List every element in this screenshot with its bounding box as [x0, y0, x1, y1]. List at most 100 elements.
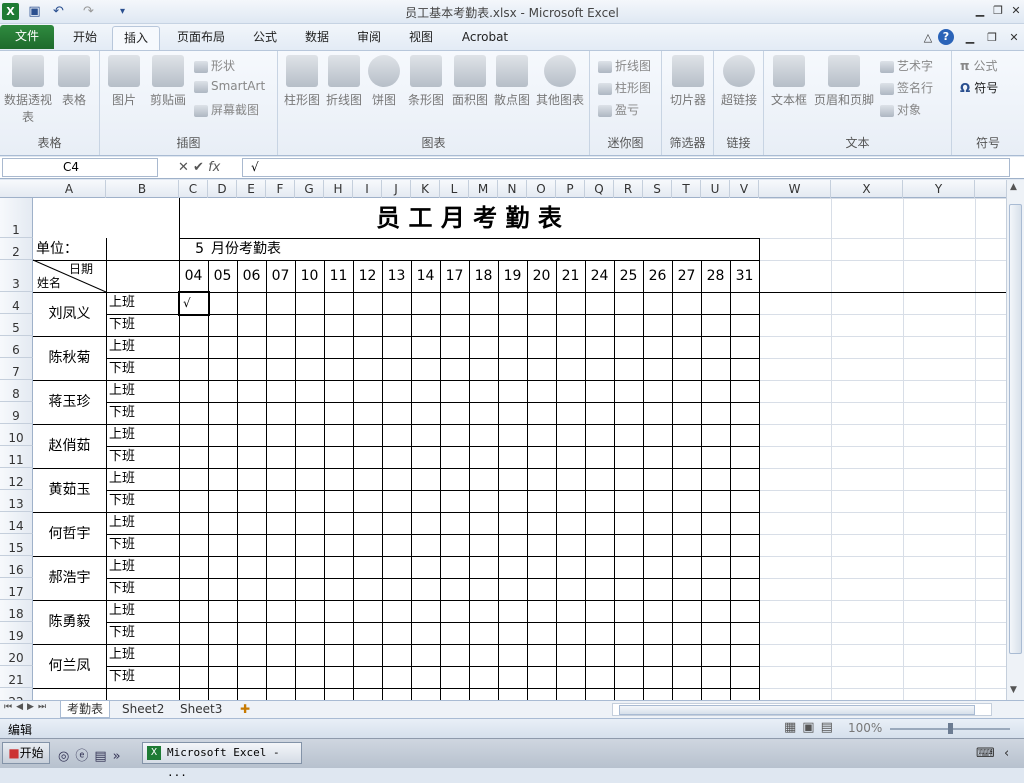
- help-icon[interactable]: ?: [938, 29, 954, 45]
- shift-on-label[interactable]: 上班: [109, 380, 178, 402]
- employee-name[interactable]: 陈秋菊: [33, 336, 106, 380]
- other-charts-button[interactable]: 其他图表: [534, 55, 586, 108]
- cancel-icon[interactable]: ✕: [178, 160, 189, 175]
- employee-name[interactable]: 郝浩宇: [33, 556, 106, 600]
- tab-view[interactable]: 视图: [400, 26, 442, 50]
- start-button[interactable]: ■开始: [2, 742, 50, 764]
- day-header[interactable]: 27: [672, 260, 701, 292]
- unit-label[interactable]: 单位：: [36, 238, 106, 260]
- minimize-icon[interactable]: ▁: [972, 3, 988, 19]
- day-header[interactable]: 13: [382, 260, 411, 292]
- day-header[interactable]: 26: [643, 260, 672, 292]
- workbook-restore-icon[interactable]: ❐: [984, 30, 1000, 46]
- shift-on-label[interactable]: 上班: [109, 600, 178, 622]
- shift-off-label[interactable]: 下班: [109, 446, 178, 468]
- employee-name[interactable]: 赵俏茹: [33, 424, 106, 468]
- restore-icon[interactable]: ❐: [990, 3, 1006, 19]
- employee-name[interactable]: 陈勇毅: [33, 600, 106, 644]
- insert-sheet-icon[interactable]: ✚: [234, 701, 256, 718]
- tab-insert[interactable]: 插入: [112, 26, 160, 50]
- tab-home[interactable]: 开始: [62, 26, 108, 50]
- employee-name[interactable]: 何兰凤: [33, 644, 106, 688]
- day-header[interactable]: 04: [179, 260, 208, 292]
- keyboard-tray-icon[interactable]: ⌨: [976, 746, 995, 761]
- sheet-title[interactable]: 员 工 月 考 勤 表: [179, 198, 759, 238]
- equation-button[interactable]: π 公式: [960, 57, 998, 74]
- sheet-tab-sheet3[interactable]: Sheet3: [174, 701, 228, 718]
- tab-acrobat[interactable]: Acrobat: [454, 26, 516, 50]
- day-header[interactable]: 05: [208, 260, 237, 292]
- tab-file[interactable]: 文件: [0, 25, 54, 49]
- formula-input[interactable]: √: [242, 158, 1010, 177]
- header-footer-button[interactable]: 页眉和页脚: [812, 55, 876, 108]
- picture-button[interactable]: 图片: [106, 55, 142, 108]
- shift-off-label[interactable]: 下班: [109, 358, 178, 380]
- view-buttons-icon[interactable]: ▦▣▤: [784, 720, 839, 735]
- bar-chart-button[interactable]: 条形图: [406, 55, 446, 108]
- vertical-scrollbar[interactable]: ▲ ▼: [1006, 180, 1024, 700]
- sparkline-line-button[interactable]: 折线图: [598, 57, 651, 74]
- name-box[interactable]: C4: [2, 158, 158, 177]
- area-chart-button[interactable]: 面积图: [450, 55, 490, 108]
- taskbar-excel-button[interactable]: X Microsoft Excel - ...: [142, 742, 302, 779]
- hscroll-thumb[interactable]: [619, 705, 975, 715]
- shift-on-label[interactable]: 上班: [109, 556, 178, 578]
- shift-off-label[interactable]: 下班: [109, 622, 178, 644]
- shift-off-label[interactable]: 下班: [109, 534, 178, 556]
- day-header[interactable]: 06: [237, 260, 266, 292]
- shift-on-label[interactable]: 上班: [109, 424, 178, 446]
- shift-on-label[interactable]: 上班: [109, 336, 178, 358]
- day-header[interactable]: 10: [295, 260, 324, 292]
- column-chart-button[interactable]: 柱形图: [282, 55, 322, 108]
- day-header[interactable]: 20: [527, 260, 556, 292]
- employee-name[interactable]: 蒋玉珍: [33, 380, 106, 424]
- shift-on-label[interactable]: 上班: [109, 468, 178, 490]
- scatter-chart-button[interactable]: 散点图: [492, 55, 532, 108]
- day-header[interactable]: 14: [411, 260, 440, 292]
- employee-name[interactable]: 刘凤义: [33, 292, 106, 336]
- slicer-button[interactable]: 切片器: [666, 55, 710, 108]
- header-date[interactable]: 日期: [69, 262, 109, 276]
- symbol-button[interactable]: Ω 符号: [960, 79, 998, 96]
- insert-function-icon[interactable]: fx: [208, 160, 220, 175]
- month-value[interactable]: 5: [179, 238, 204, 260]
- clipart-button[interactable]: 剪贴画: [144, 55, 192, 108]
- sheet-tab-sheet2[interactable]: Sheet2: [116, 701, 170, 718]
- smartart-button[interactable]: SmartArt: [194, 79, 265, 93]
- day-header[interactable]: 07: [266, 260, 295, 292]
- enter-icon[interactable]: ✔: [193, 160, 204, 175]
- shift-on-label[interactable]: 上班: [109, 512, 178, 534]
- line-chart-button[interactable]: 折线图: [324, 55, 364, 108]
- day-header[interactable]: 25: [614, 260, 643, 292]
- tab-formulas[interactable]: 公式: [244, 26, 286, 50]
- sheet-nav-icons[interactable]: ⏮◀▶⏭: [4, 702, 50, 712]
- close-icon[interactable]: ✕: [1008, 3, 1024, 19]
- collapse-ribbon-icon[interactable]: △: [920, 30, 936, 46]
- shift-on-label[interactable]: 上班: [109, 292, 178, 314]
- month-label[interactable]: 月份考勤表: [211, 238, 371, 260]
- sparkline-column-button[interactable]: 柱形图: [598, 79, 651, 96]
- shift-off-label[interactable]: 下班: [109, 490, 178, 512]
- workbook-close-icon[interactable]: ✕: [1006, 30, 1022, 46]
- sheet-tab-attendance[interactable]: 考勤表: [60, 701, 111, 718]
- shift-off-label[interactable]: 下班: [109, 578, 178, 600]
- workbook-minimize-icon[interactable]: ▁: [962, 30, 978, 46]
- table-button[interactable]: 表格: [54, 55, 94, 108]
- sparkline-winloss-button[interactable]: 盈亏: [598, 101, 639, 118]
- shapes-button[interactable]: 形状: [194, 57, 235, 74]
- day-header[interactable]: 11: [324, 260, 353, 292]
- tab-review[interactable]: 审阅: [348, 26, 390, 50]
- tab-data[interactable]: 数据: [296, 26, 338, 50]
- day-header[interactable]: 18: [469, 260, 498, 292]
- day-header[interactable]: 17: [440, 260, 469, 292]
- day-header[interactable]: 19: [498, 260, 527, 292]
- textbox-button[interactable]: 文本框: [768, 55, 810, 108]
- shift-off-label[interactable]: 下班: [109, 314, 178, 336]
- object-button[interactable]: 对象: [880, 101, 921, 118]
- day-header[interactable]: 21: [556, 260, 585, 292]
- day-header[interactable]: 12: [353, 260, 382, 292]
- quick-launch-icons[interactable]: ◎ⓔ▤»: [58, 745, 127, 764]
- worksheet-grid[interactable]: ABCDEFGHIJKLMNOPQRSTUVWXY 1 2 3 4 5 6 7 8 9 10 11 1…: [0, 180, 1006, 700]
- wordart-button[interactable]: 艺术字: [880, 57, 933, 74]
- tab-page-layout[interactable]: 页面布局: [170, 26, 232, 50]
